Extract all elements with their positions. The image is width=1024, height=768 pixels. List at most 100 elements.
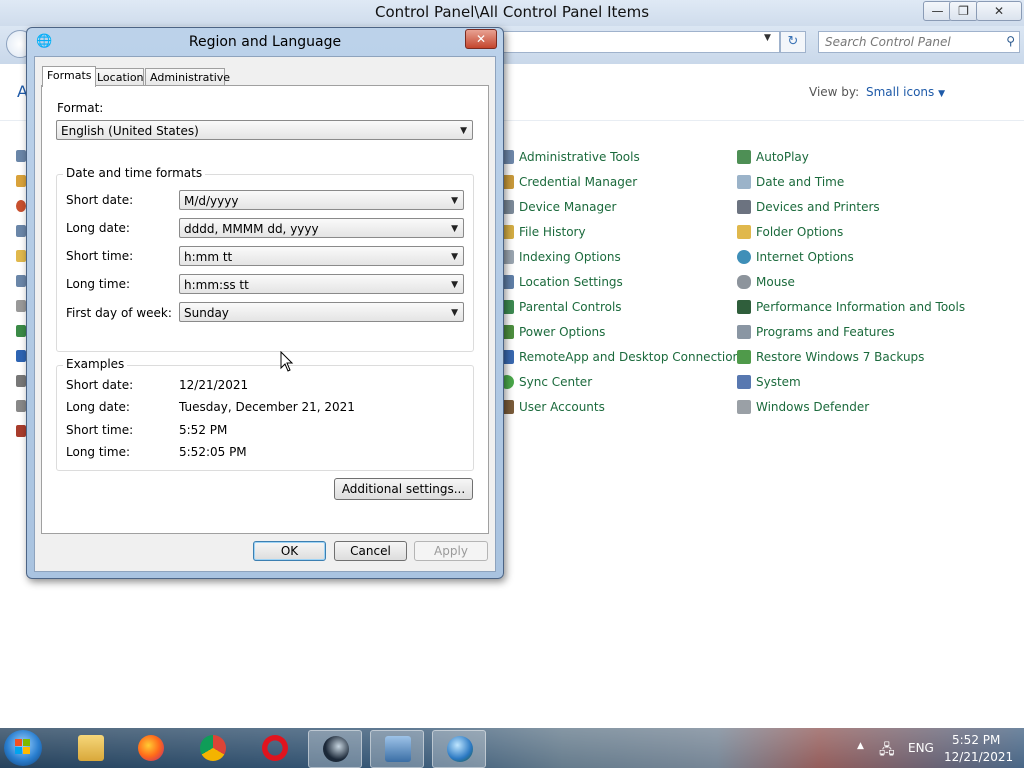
backup-icon <box>737 350 751 364</box>
short-date-value: M/d/yyyy <box>184 194 239 208</box>
cp-item-devices-and-printers[interactable]: Devices and Printers <box>737 200 880 214</box>
first-day-select[interactable]: Sunday ▼ <box>179 302 464 322</box>
example-long-time-value: 5:52:05 PM <box>179 445 247 459</box>
cp-item-label: System <box>756 375 801 389</box>
short-time-label: Short time: <box>66 249 134 263</box>
cp-item-performance[interactable]: Performance Information and Tools <box>737 300 965 314</box>
cp-item-system[interactable]: System <box>737 375 801 389</box>
date-time-formats-group: Date and time formats Short date: M/d/yy… <box>56 166 474 352</box>
cp-item-internet-options[interactable]: Internet Options <box>737 250 854 264</box>
example-short-date-label: Short date: <box>66 378 134 392</box>
example-long-date-value: Tuesday, December 21, 2021 <box>179 400 355 414</box>
search-icon[interactable]: ⚲ <box>1006 34 1015 48</box>
example-short-date-value: 12/21/2021 <box>179 378 249 392</box>
cp-item-administrative-tools[interactable]: Administrative Tools <box>500 150 640 164</box>
taskbar-opera[interactable] <box>248 730 300 766</box>
start-button[interactable] <box>4 730 42 766</box>
cp-item-autoplay[interactable]: AutoPlay <box>737 150 809 164</box>
formats-panel: Format: English (United States) ▼ Date a… <box>41 85 489 534</box>
cp-item-label: Programs and Features <box>756 325 895 339</box>
cp-item-remoteapp[interactable]: RemoteApp and Desktop Connections <box>500 350 746 364</box>
taskbar-steam[interactable] <box>308 730 362 768</box>
cp-item-label: Location Settings <box>519 275 623 289</box>
address-bar[interactable] <box>500 31 780 53</box>
internet-options-icon <box>737 250 751 264</box>
cp-item-label: AutoPlay <box>756 150 809 164</box>
search-input[interactable]: Search Control Panel ⚲ <box>818 31 1020 53</box>
cp-item-label: Power Options <box>519 325 606 339</box>
item-icon <box>16 325 26 337</box>
mouse-pointer-icon <box>280 351 294 372</box>
cp-item-credential-manager[interactable]: Credential Manager <box>500 175 637 189</box>
short-time-select[interactable]: h:mm tt ▼ <box>179 246 464 266</box>
steam-icon <box>323 736 349 762</box>
chevron-down-icon: ▼ <box>451 196 458 206</box>
dialog-close-button[interactable]: ✕ <box>465 29 497 49</box>
cp-item-label: Folder Options <box>756 225 844 239</box>
folder-icon <box>78 735 104 761</box>
clock-date[interactable]: 12/21/2021 <box>944 750 1013 764</box>
ok-button[interactable]: OK <box>253 541 326 561</box>
folder-icon <box>737 225 751 239</box>
mouse-icon <box>737 275 751 289</box>
cp-item-label: Parental Controls <box>519 300 622 314</box>
cp-item-date-and-time[interactable]: Date and Time <box>737 175 844 189</box>
cp-item-windows-defender[interactable]: Windows Defender <box>737 400 869 414</box>
cp-item-label: Date and Time <box>756 175 845 189</box>
short-time-value: h:mm tt <box>184 250 233 264</box>
cp-item-location-settings[interactable]: Location Settings <box>500 275 623 289</box>
taskbar-firefox[interactable] <box>124 730 176 766</box>
show-hidden-icons-icon[interactable]: ▲ <box>857 741 864 751</box>
maximize-button[interactable]: ❐ <box>949 1 978 21</box>
minimize-button[interactable]: — <box>923 1 952 21</box>
taskbar-region-language[interactable] <box>432 730 486 768</box>
close-button[interactable]: ✕ <box>976 1 1022 21</box>
cp-item-label: Credential Manager <box>519 175 638 189</box>
autoplay-icon <box>737 150 751 164</box>
cp-item-power-options[interactable]: Power Options <box>500 325 605 339</box>
view-by-dropdown[interactable]: Small icons ▼ <box>866 85 945 99</box>
network-icon[interactable]: 🖧 <box>879 739 895 763</box>
dialog-title: Region and Language <box>188 34 342 50</box>
system-icon <box>737 375 751 389</box>
cp-item-user-accounts[interactable]: User Accounts <box>500 400 605 414</box>
cp-item-restore-backups[interactable]: Restore Windows 7 Backups <box>737 350 924 364</box>
apply-button[interactable]: Apply <box>414 541 488 561</box>
cp-item-mouse[interactable]: Mouse <box>737 275 795 289</box>
dialog-body: Formats Location Administrative Format: … <box>34 56 496 572</box>
language-indicator[interactable]: ENG <box>908 741 934 755</box>
view-by-value: Small icons <box>866 85 935 99</box>
taskbar-control-panel[interactable] <box>370 730 424 768</box>
examples-group: Examples Short date: 12/21/2021 Long dat… <box>56 357 474 471</box>
short-date-select[interactable]: M/d/yyyy ▼ <box>179 190 464 210</box>
long-time-select[interactable]: h:mm:ss tt ▼ <box>179 274 464 294</box>
windows-logo-icon <box>15 739 30 754</box>
clock-time[interactable]: 5:52 PM <box>952 733 1000 747</box>
taskbar: ▲ 🖧 ENG 5:52 PM 12/21/2021 <box>0 728 1024 768</box>
refresh-icon[interactable]: ↻ <box>780 31 806 53</box>
cp-item-programs-and-features[interactable]: Programs and Features <box>737 325 895 339</box>
additional-settings-button[interactable]: Additional settings... <box>334 478 473 500</box>
chevron-down-icon: ▼ <box>451 224 458 234</box>
format-select[interactable]: English (United States) ▼ <box>56 120 473 140</box>
cp-item-folder-options[interactable]: Folder Options <box>737 225 843 239</box>
long-date-select[interactable]: dddd, MMMM dd, yyyy ▼ <box>179 218 464 238</box>
address-dropdown-icon[interactable]: ▼ <box>764 33 771 43</box>
cancel-button[interactable]: Cancel <box>334 541 407 561</box>
chevron-down-icon: ▼ <box>451 252 458 262</box>
taskbar-chrome[interactable] <box>186 730 238 766</box>
cp-item-sync-center[interactable]: Sync Center <box>500 375 592 389</box>
group-title: Date and time formats <box>63 166 206 180</box>
chevron-down-icon: ▼ <box>451 308 458 318</box>
example-short-time-value: 5:52 PM <box>179 423 228 437</box>
cp-item-label: File History <box>519 225 586 239</box>
tab-location[interactable]: Location <box>92 68 144 86</box>
tab-administrative[interactable]: Administrative <box>145 68 230 86</box>
cp-item-file-history[interactable]: File History <box>500 225 586 239</box>
tab-formats[interactable]: Formats <box>42 66 96 87</box>
cp-item-device-manager[interactable]: Device Manager <box>500 200 616 214</box>
cp-item-indexing-options[interactable]: Indexing Options <box>500 250 621 264</box>
globe-icon <box>447 736 473 762</box>
cp-item-parental-controls[interactable]: Parental Controls <box>500 300 622 314</box>
taskbar-file-explorer[interactable] <box>64 730 116 766</box>
